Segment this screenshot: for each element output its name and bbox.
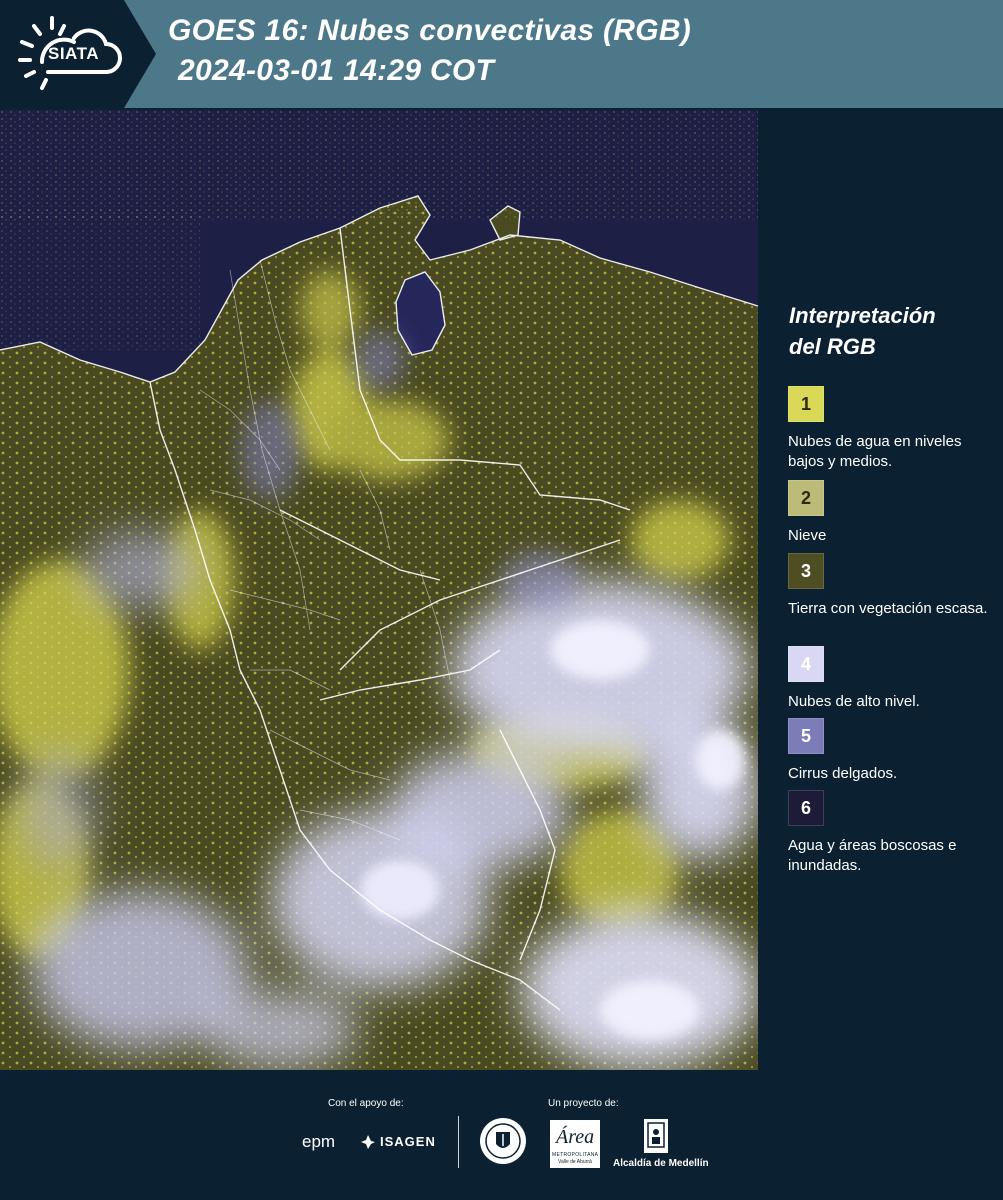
legend-item-3: 3 Tierra con vegetación escasa. xyxy=(788,553,998,619)
area-logo-text: Área xyxy=(556,1126,595,1148)
legend-item-4: 4 Nubes de alto nivel. xyxy=(788,646,998,712)
legend-label-4: Nubes de alto nivel. xyxy=(788,693,920,710)
legend-swatch-2: 2 xyxy=(788,480,824,516)
isagen-logo: ISAGEN xyxy=(380,1134,436,1149)
legend-label-1: Nubes de agua en niveles bajos y medios. xyxy=(788,433,962,470)
legend-label-6: Agua y áreas boscosas e inundadas. xyxy=(788,837,957,874)
satellite-map xyxy=(0,110,758,1070)
siata-logo-text: SIATA xyxy=(48,44,99,63)
legend-item-1: 1 Nubes de agua en niveles bajos y medio… xyxy=(788,386,998,472)
satellite-rgb-image xyxy=(0,110,758,1070)
ocean-cloud-speckle xyxy=(0,110,758,220)
legend-label-3: Tierra con vegetación escasa. xyxy=(788,600,988,617)
legend-swatch-3: 3 xyxy=(788,553,824,589)
isagen-logo-icon xyxy=(361,1135,375,1149)
footer-separator xyxy=(458,1116,459,1168)
legend-swatch-1: 1 xyxy=(788,386,824,422)
legend-item-6: 6 Agua y áreas boscosas e inundadas. xyxy=(788,790,998,876)
alcaldia-text: Alcaldía de Medellín xyxy=(613,1158,709,1169)
header-bar: SIATA GOES 16: Nubes convectivas (RGB) 2… xyxy=(0,0,1003,108)
page-title: GOES 16: Nubes convectivas (RGB) xyxy=(168,14,692,47)
epm-logo: epm xyxy=(302,1132,336,1151)
legend-label-2: Nieve xyxy=(788,527,827,544)
area-metropolitana-logo: Área METROPOLITANA Valle de Aburrá xyxy=(550,1120,600,1168)
legend-swatch-5: 5 xyxy=(788,718,824,754)
legend-item-2: 2 Nieve xyxy=(788,480,998,546)
legend-item-5: 5 Cirrus delgados. xyxy=(788,718,998,784)
page-timestamp: 2024-03-01 14:29 COT xyxy=(178,54,495,87)
legend-title-line2: del RGB xyxy=(789,334,876,359)
medellin-seal-icon xyxy=(480,1118,526,1164)
alcaldia-shield-icon xyxy=(644,1119,668,1153)
legend-title: Interpretación del RGB xyxy=(789,300,994,362)
ocean-cloud-speckle-west xyxy=(0,210,200,350)
support-label: Con el apoyo de: xyxy=(328,1098,404,1109)
legend-title-line1: Interpretación xyxy=(789,303,936,328)
area-logo-sub1: METROPOLITANA xyxy=(552,1152,599,1158)
legend-swatch-4: 4 xyxy=(788,646,824,682)
footer: Con el apoyo de: Un proyecto de: epm ISA… xyxy=(0,1070,1003,1200)
area-logo-sub2: Valle de Aburrá xyxy=(558,1159,592,1165)
project-label: Un proyecto de: xyxy=(548,1098,619,1109)
legend-label-5: Cirrus delgados. xyxy=(788,765,898,782)
legend-swatch-6: 6 xyxy=(788,790,824,826)
legend-panel: Interpretación del RGB 1 Nubes de agua e… xyxy=(758,110,1003,1070)
